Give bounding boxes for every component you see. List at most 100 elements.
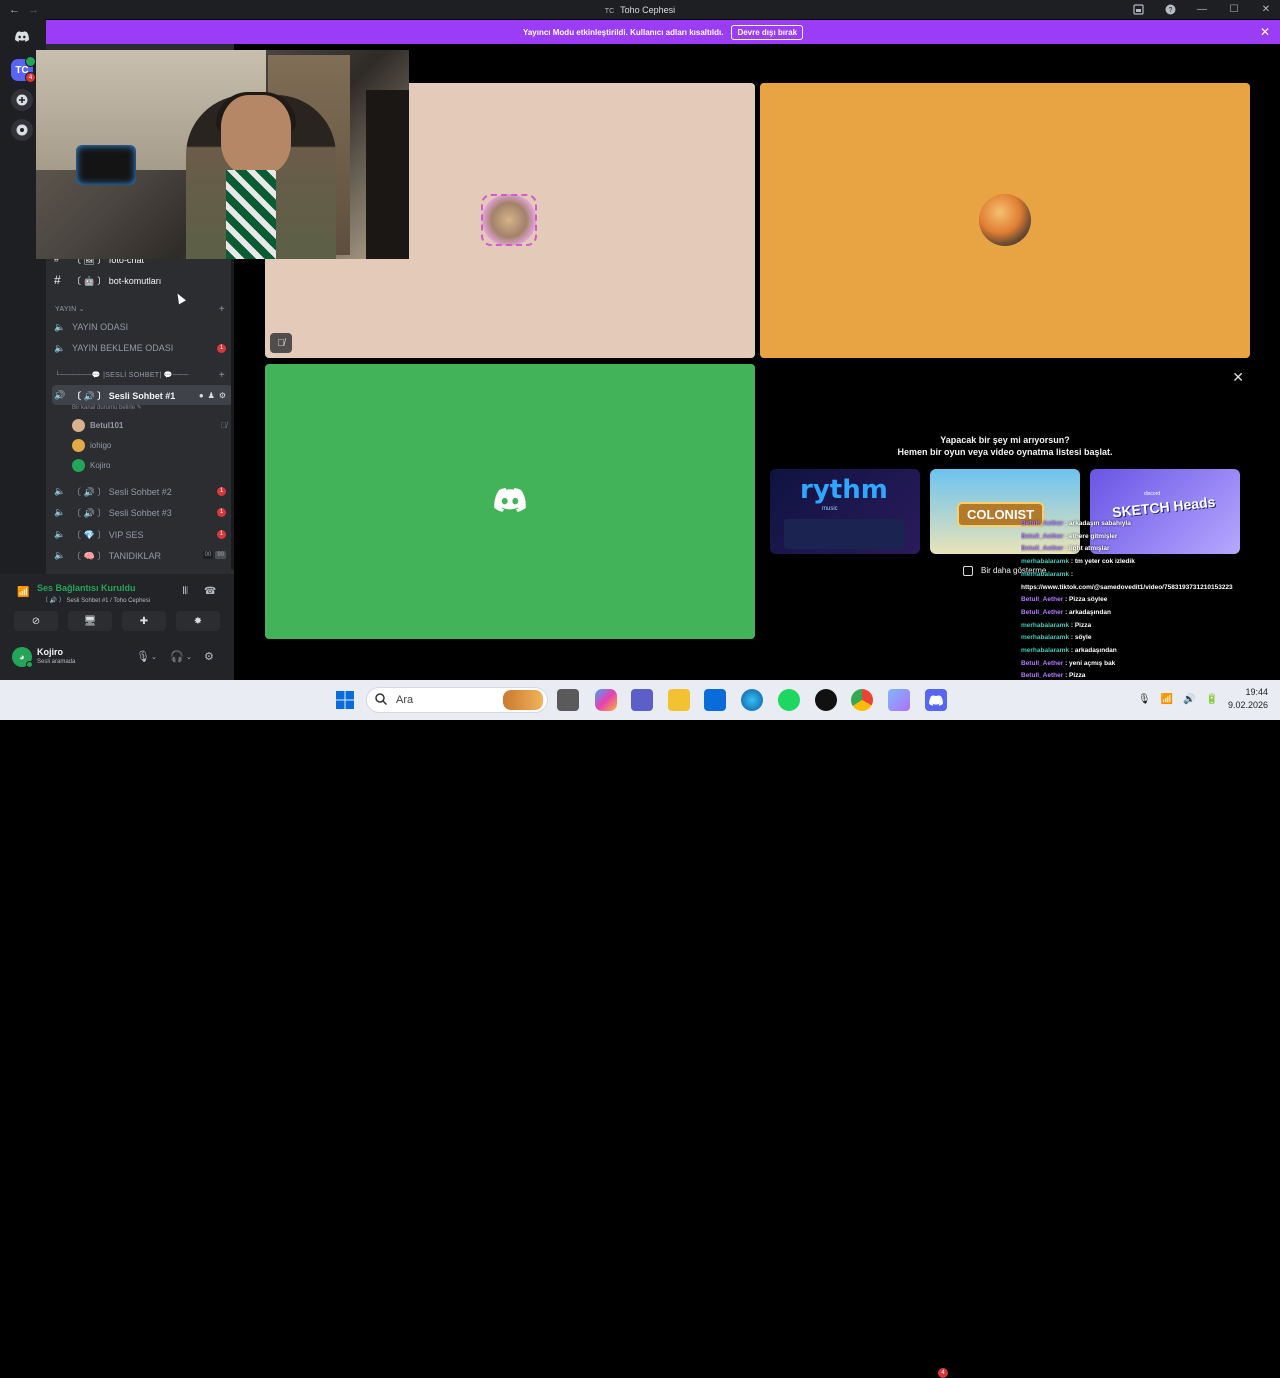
voice-location[interactable]: 〔 🔊 〕 Sesli Sohbet #1 / Toho Cephesi	[42, 595, 150, 604]
chat-text: ethere gitmişler	[1069, 532, 1118, 540]
chat-text: arkadaşından	[1069, 608, 1111, 616]
chat-text: Pizza	[1069, 672, 1086, 680]
soundboard-button[interactable]: ✸	[176, 611, 220, 631]
minimize-icon[interactable]: —	[1196, 4, 1208, 16]
voice-member[interactable]: iohigo	[72, 437, 227, 453]
avatar-decoration	[481, 194, 537, 246]
chat-username: merhabalaramk	[1021, 634, 1070, 642]
chat-message: merhabalaramk : Pizza	[1021, 620, 1280, 633]
webcam-head	[221, 95, 291, 175]
screen-share-button[interactable]: 🖥	[68, 611, 112, 631]
microphone-icon[interactable]: 🎙	[136, 650, 150, 663]
channel-status-hint[interactable]: Bir kanal durumu belirle ✎	[72, 404, 142, 411]
cat-avatar	[481, 194, 537, 246]
clock[interactable]: 19:44 9.02.2026	[1228, 686, 1268, 712]
invite-icon[interactable]: ♟	[208, 391, 215, 400]
forward-arrow-icon[interactable]: →	[28, 4, 39, 16]
activities-button[interactable]: ✚	[122, 611, 166, 631]
search-placeholder: Ara	[396, 694, 414, 706]
microphone-tray-icon[interactable]: 🎙	[1138, 694, 1151, 705]
channel-sesli-sohbet-3[interactable]: 🔈 〔 🔊 〕 Sesli Sohbet #3 1	[52, 502, 232, 522]
microsoft-store-icon[interactable]	[704, 689, 726, 711]
user-settings-gear-icon[interactable]: ⚙	[204, 650, 214, 663]
unread-badge: 1	[217, 343, 226, 353]
video-tile-iohigo[interactable]	[760, 83, 1250, 358]
gear-icon[interactable]: ⚙	[219, 391, 226, 400]
teams-icon[interactable]	[631, 689, 653, 711]
add-channel-icon[interactable]: +	[219, 304, 225, 315]
channel-bot-komutlari[interactable]: # 〔 🤖 〕 bot-komutları	[52, 270, 232, 290]
sidebar-scrollbar[interactable]	[231, 250, 234, 570]
windows-start-icon[interactable]	[334, 689, 356, 711]
channel-yayin-bekleme-odasi[interactable]: 🔈 YAYIN BEKLEME ODASI 1	[52, 338, 232, 358]
copilot-icon[interactable]	[595, 689, 617, 711]
volume-icon[interactable]: 🔊	[1183, 694, 1195, 705]
battery-icon[interactable]: 🔋	[1206, 694, 1218, 705]
video-tile-kojiro[interactable]	[265, 364, 755, 639]
chat-message: Betull_Aether : Pizza söylee	[1021, 594, 1280, 607]
task-view-icon[interactable]	[557, 689, 579, 711]
maximize-icon[interactable]: ☐	[1228, 4, 1240, 16]
voice-member[interactable]: Kojiro	[72, 457, 227, 473]
taskbar-search[interactable]: Ara	[366, 687, 548, 713]
headphones-icon[interactable]: 🎧	[170, 650, 184, 663]
category-sesli-sohbet[interactable]: └──────💬 |SESLİ SOHBET| 💬─── +	[55, 370, 225, 381]
inbox-icon[interactable]	[1132, 4, 1144, 16]
disconnect-icon[interactable]: ☎	[204, 586, 216, 597]
unread-badge: 1	[217, 529, 226, 539]
camera-off-button[interactable]: ⊘	[14, 611, 58, 631]
back-arrow-icon[interactable]: ←	[9, 4, 20, 16]
spotify-icon[interactable]	[778, 689, 800, 711]
help-icon[interactable]: ?	[1164, 4, 1176, 16]
chat-username: Betull_Aether	[1021, 532, 1064, 540]
close-icon[interactable]: ✕	[1232, 369, 1244, 386]
member-name: iohigo	[90, 440, 112, 450]
disable-streamer-mode-button[interactable]: Devre dışı bırak	[731, 24, 804, 40]
activity-card-rythm[interactable]: rythm music	[770, 469, 920, 554]
chat-username: merhabalaramk	[1021, 558, 1070, 566]
avatar	[72, 418, 85, 432]
voice-member[interactable]: Betul101 🎙̸	[72, 417, 227, 433]
username[interactable]: Kojiro	[37, 647, 63, 657]
activity-heading: Yapacak bir şey mi arıyorsun?	[940, 435, 1070, 445]
channel-label: 〔 🔊 〕 Sesli Sohbet #2	[72, 486, 172, 497]
channel-label: 〔 🔊 〕 Sesli Sohbet #1	[72, 390, 176, 401]
app-icon[interactable]	[888, 689, 910, 711]
close-window-icon[interactable]: ✕	[1260, 4, 1272, 16]
speaker-icon: 🔈	[54, 528, 66, 539]
explore-compass-icon[interactable]	[11, 119, 33, 141]
chevron-down-icon[interactable]: ⌄	[186, 653, 192, 661]
file-explorer-icon[interactable]	[668, 689, 690, 711]
discord-home-icon[interactable]	[11, 25, 33, 47]
channel-actions: ● ♟ ⚙	[199, 391, 226, 400]
channel-label: 〔 💎 〕 VIP SES	[72, 529, 144, 540]
online-status-dot	[26, 661, 33, 668]
channel-sesli-sohbet-2[interactable]: 🔈 〔 🔊 〕 Sesli Sohbet #2 1	[52, 481, 232, 501]
dont-show-again-checkbox[interactable]	[963, 566, 973, 576]
chat-separator: :	[1069, 570, 1074, 578]
channel-sesli-sohbet-1[interactable]: 🔊 〔 🔊 〕 Sesli Sohbet #1 ● ♟ ⚙	[52, 385, 232, 405]
chat-bubble-icon[interactable]: ●	[199, 391, 204, 400]
unread-badge: 1	[217, 507, 226, 517]
chat-message: merhabalaramk :	[1021, 569, 1280, 582]
wifi-icon[interactable]: 📶	[1161, 694, 1173, 705]
chat-message: merhabalaramk : arkadaşından	[1021, 645, 1280, 658]
noise-suppression-icon[interactable]: 𝄃𝄃	[183, 586, 187, 597]
add-channel-icon[interactable]: +	[219, 370, 225, 381]
edge-icon[interactable]	[741, 689, 763, 711]
add-server-icon[interactable]	[11, 89, 33, 111]
channel-yayin-odasi[interactable]: 🔈 YAYIN ODASI	[52, 317, 232, 337]
channel-tanidiklar[interactable]: 🔈 〔 🧠 〕 TANIDIKLAR 00 99	[52, 545, 232, 565]
chrome-icon[interactable]	[851, 689, 873, 711]
banner-close-icon[interactable]: ✕	[1260, 25, 1270, 39]
discord-taskbar-icon[interactable]	[925, 689, 947, 711]
steam-icon[interactable]	[815, 689, 837, 711]
user-count: 00	[202, 551, 214, 559]
category-yayin[interactable]: YAYIN ⌄ +	[55, 304, 225, 315]
channel-label: 〔 🤖 〕 bot-komutları	[72, 275, 162, 286]
channel-vip-ses[interactable]: 🔈 〔 💎 〕 VIP SES 1	[52, 524, 232, 544]
chevron-down-icon[interactable]: ⌄	[151, 653, 157, 661]
discord-logo-icon	[494, 488, 526, 512]
user-limit-counter: 00 99	[202, 551, 226, 559]
webcam-microphone	[76, 145, 136, 185]
